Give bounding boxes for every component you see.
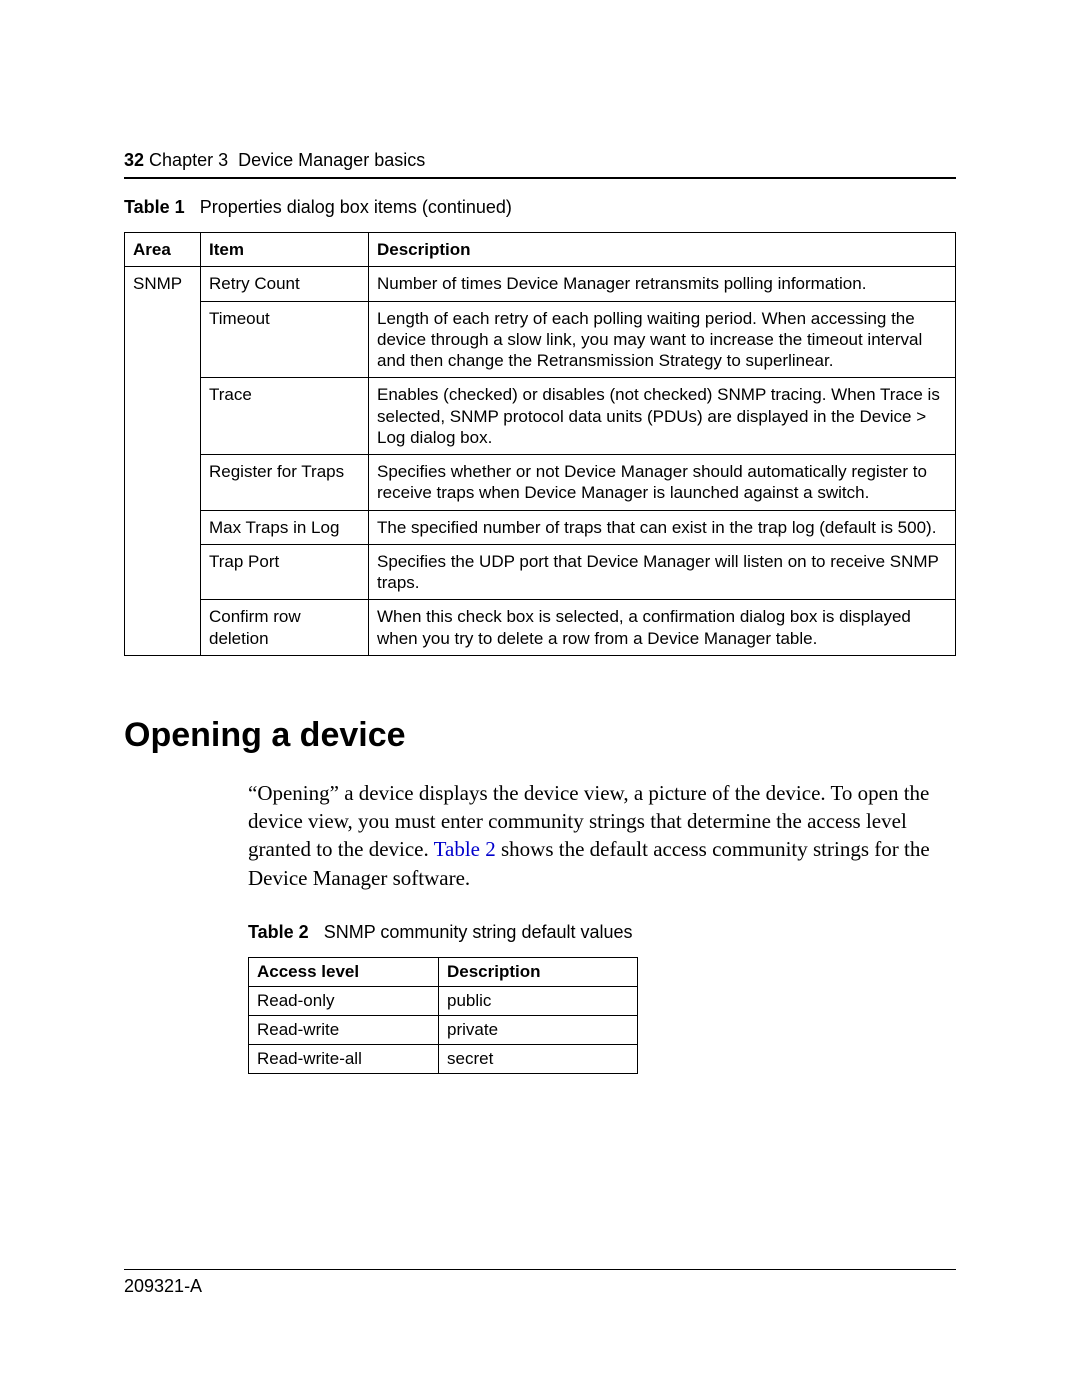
col-desc: Description xyxy=(369,233,956,267)
col-access: Access level xyxy=(249,958,439,987)
cell-item: Retry Count xyxy=(201,267,369,301)
table-row: Confirm row deletion When this check box… xyxy=(125,600,956,656)
table-header-row: Access level Description xyxy=(249,958,638,987)
table-row: Max Traps in Log The specified number of… xyxy=(125,510,956,544)
table-row: SNMP Retry Count Number of times Device … xyxy=(125,267,956,301)
cell-desc: The specified number of traps that can e… xyxy=(369,510,956,544)
table1-caption: Table 1 Properties dialog box items (con… xyxy=(124,197,956,218)
chapter-title: Device Manager basics xyxy=(238,150,425,170)
col-item: Item xyxy=(201,233,369,267)
section-heading: Opening a device xyxy=(124,716,956,755)
page: 32 Chapter 3 Device Manager basics Table… xyxy=(0,0,1080,1397)
table-row: Register for Traps Specifies whether or … xyxy=(125,455,956,511)
cell-item: Register for Traps xyxy=(201,455,369,511)
cell-desc: public xyxy=(439,987,638,1016)
cell-desc: When this check box is selected, a confi… xyxy=(369,600,956,656)
table-row: Timeout Length of each retry of each pol… xyxy=(125,301,956,378)
cell-access: Read-only xyxy=(249,987,439,1016)
cell-item: Trap Port xyxy=(201,544,369,600)
cell-access: Read-write-all xyxy=(249,1045,439,1074)
col-area: Area xyxy=(125,233,201,267)
cell-desc: secret xyxy=(439,1045,638,1074)
table2-label: Table 2 xyxy=(248,922,309,942)
community-table: Access level Description Read-only publi… xyxy=(248,957,638,1074)
section-paragraph: “Opening” a device displays the device v… xyxy=(248,779,956,892)
header-rule xyxy=(124,177,956,179)
cell-desc: Enables (checked) or disables (not check… xyxy=(369,378,956,455)
table-row: Read-only public xyxy=(249,987,638,1016)
cell-item: Timeout xyxy=(201,301,369,378)
running-head: 32 Chapter 3 Device Manager basics xyxy=(124,150,956,171)
cell-item: Confirm row deletion xyxy=(201,600,369,656)
cell-item: Trace xyxy=(201,378,369,455)
table2-title: SNMP community string default values xyxy=(324,922,633,942)
table-row: Trap Port Specifies the UDP port that De… xyxy=(125,544,956,600)
table1-title: Properties dialog box items (continued) xyxy=(200,197,512,217)
footer-rule xyxy=(124,1269,956,1270)
col-desc: Description xyxy=(439,958,638,987)
properties-table: Area Item Description SNMP Retry Count N… xyxy=(124,232,956,656)
cell-access: Read-write xyxy=(249,1016,439,1045)
table-row: Read-write private xyxy=(249,1016,638,1045)
table-row: Read-write-all secret xyxy=(249,1045,638,1074)
table1-label: Table 1 xyxy=(124,197,185,217)
page-footer: 209321-A xyxy=(124,1269,956,1297)
chapter-label: Chapter 3 xyxy=(149,150,228,170)
cell-desc: Length of each retry of each polling wai… xyxy=(369,301,956,378)
cell-desc: Specifies the UDP port that Device Manag… xyxy=(369,544,956,600)
cell-desc: private xyxy=(439,1016,638,1045)
cell-desc: Specifies whether or not Device Manager … xyxy=(369,455,956,511)
page-number: 32 xyxy=(124,150,144,170)
table-header-row: Area Item Description xyxy=(125,233,956,267)
table2-link[interactable]: Table 2 xyxy=(434,837,496,861)
doc-number: 209321-A xyxy=(124,1276,956,1297)
table2-caption: Table 2 SNMP community string default va… xyxy=(248,922,956,943)
cell-item: Max Traps in Log xyxy=(201,510,369,544)
table-row: Trace Enables (checked) or disables (not… xyxy=(125,378,956,455)
cell-area: SNMP xyxy=(125,267,201,656)
cell-desc: Number of times Device Manager retransmi… xyxy=(369,267,956,301)
